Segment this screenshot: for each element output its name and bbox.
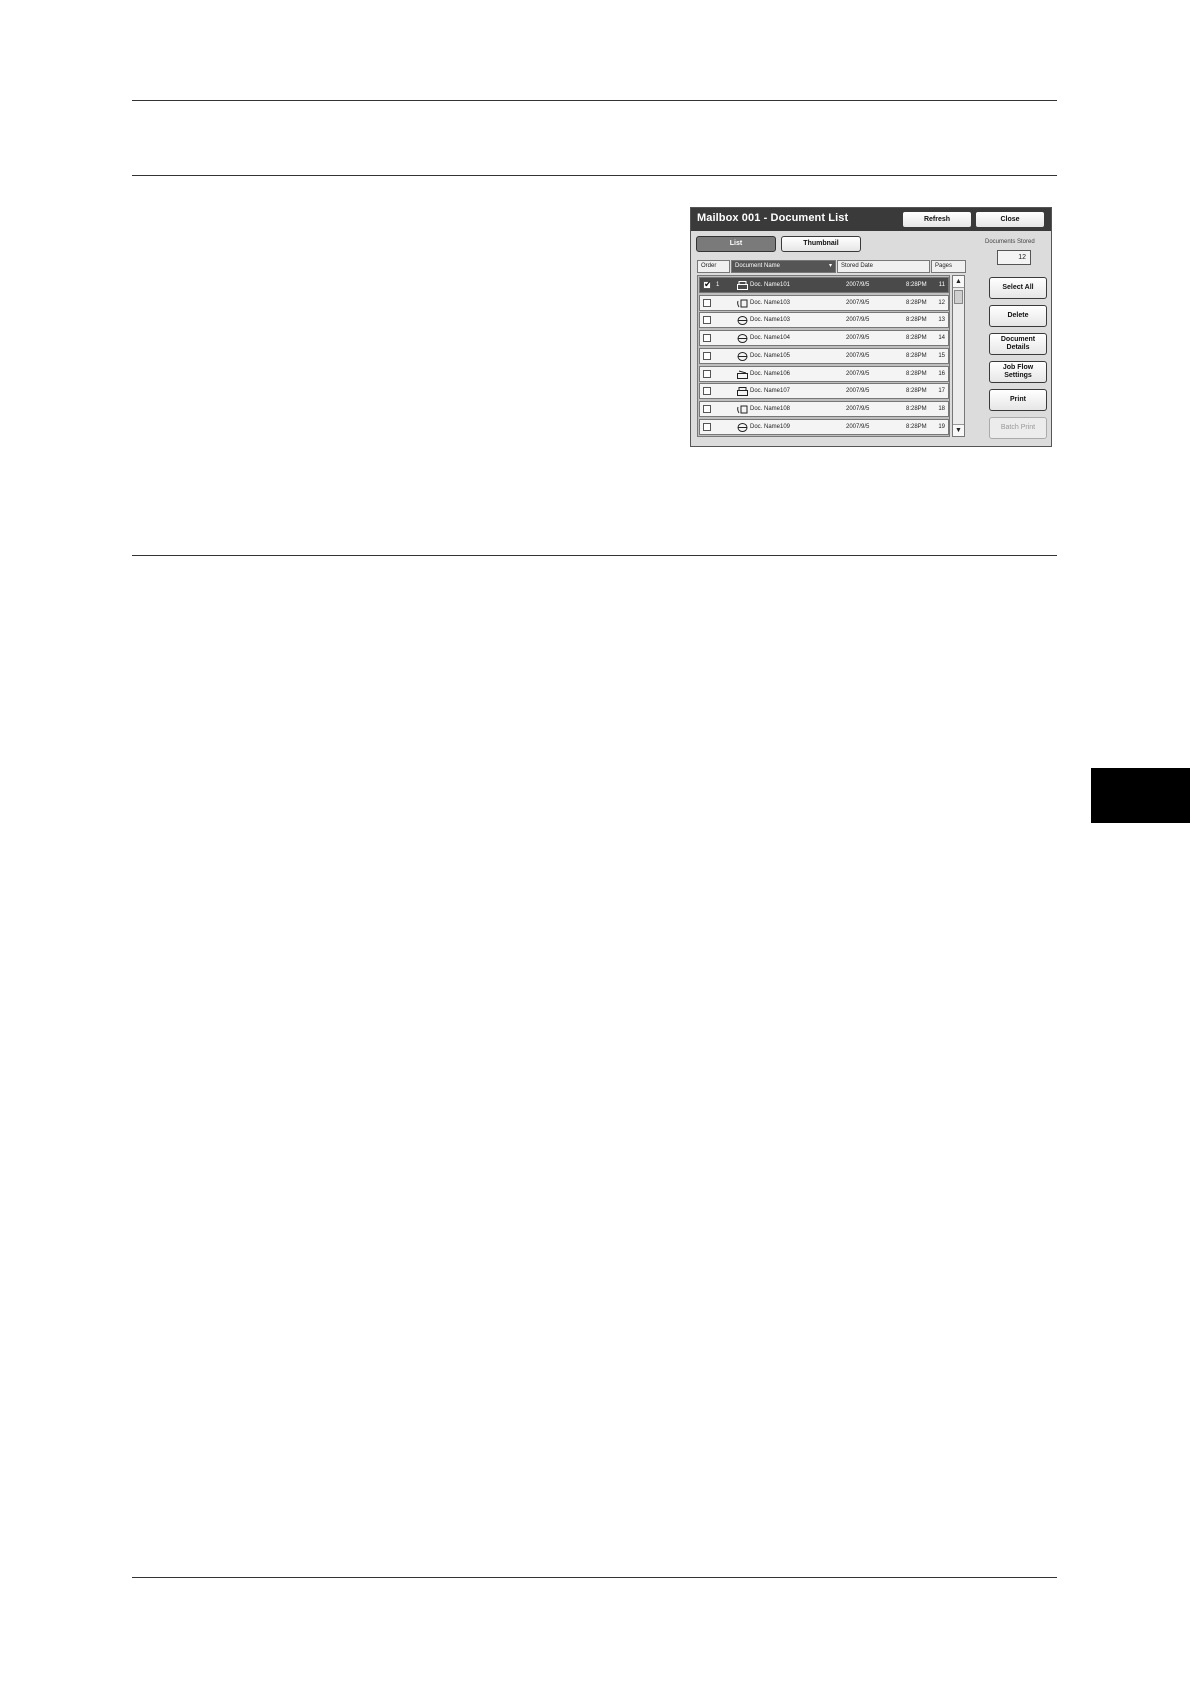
list-item[interactable]: ✔ 1 Doc. Name101 2007/9/5 8:28PM 11 [699, 277, 949, 293]
sort-arrow-icon: ▾ [828, 263, 832, 269]
documents-stored-count: 12 [997, 250, 1031, 265]
row-stored-time: 8:28PM [906, 423, 927, 430]
select-all-button[interactable]: Select All [989, 277, 1047, 299]
row-pages: 16 [938, 370, 945, 377]
scroll-up-icon[interactable]: ▲ [953, 276, 964, 288]
list-item[interactable]: Doc. Name103 2007/9/5 8:28PM 12 [699, 294, 949, 311]
footer-rule [132, 1577, 1057, 1578]
chapter-tab [1091, 768, 1190, 823]
row-checkbox[interactable] [703, 351, 711, 360]
row-checkbox[interactable] [703, 422, 711, 431]
list-item[interactable]: Doc. Name106 2007/9/5 8:28PM 16 [699, 365, 949, 382]
row-stored-date: 2007/9/5 [846, 352, 870, 359]
document-details-button[interactable]: Document Details [989, 333, 1047, 355]
list-item[interactable]: Doc. Name103 2007/9/5 8:28PM 13 [699, 312, 949, 329]
list-item[interactable]: Doc. Name107 2007/9/5 8:28PM 17 [699, 383, 949, 400]
row-checkbox[interactable] [703, 316, 711, 325]
row-pages: 11 [938, 282, 945, 288]
row-stored-time: 8:28PM [906, 388, 927, 395]
row-stored-time: 8:28PM [906, 299, 927, 306]
row-pages: 14 [938, 335, 945, 342]
row-stored-time: 8:28PM [906, 317, 927, 324]
tab-thumbnail[interactable]: Thumbnail [781, 236, 861, 252]
list-item[interactable]: Doc. Name105 2007/9/5 8:28PM 15 [699, 347, 949, 364]
row-checkbox[interactable] [703, 369, 711, 378]
refresh-button[interactable]: Refresh [902, 211, 972, 228]
globe-icon [737, 316, 748, 326]
row-stored-date: 2007/9/5 [846, 388, 870, 395]
scroll-down-icon[interactable]: ▼ [953, 424, 964, 436]
delete-button[interactable]: Delete [989, 305, 1047, 327]
row-stored-time: 8:28PM [906, 405, 927, 412]
row-pages: 19 [938, 423, 945, 430]
row-checkbox[interactable] [703, 404, 711, 413]
print-button[interactable]: Print [989, 389, 1047, 411]
scanner-icon [737, 370, 748, 379]
tab-list[interactable]: List [696, 236, 776, 252]
printer-doc-icon [737, 281, 748, 290]
top-rule [132, 100, 1057, 101]
row-checkbox[interactable]: ✔ [703, 279, 712, 289]
globe-icon [737, 334, 748, 344]
row-pages: 18 [938, 405, 945, 412]
row-stored-date: 2007/9/5 [846, 423, 870, 430]
column-stored-date[interactable]: Stored Date [837, 260, 930, 273]
close-button[interactable]: Close [975, 211, 1045, 228]
list-item[interactable]: Doc. Name104 2007/9/5 8:28PM 14 [699, 330, 949, 347]
column-pages[interactable]: Pages [931, 260, 966, 273]
row-pages: 17 [938, 388, 945, 395]
row-document-name: Doc. Name105 [750, 352, 791, 359]
row-document-name: Doc. Name107 [750, 388, 791, 395]
list-item[interactable]: Doc. Name108 2007/9/5 8:28PM 18 [699, 400, 949, 417]
row-order: 1 [716, 282, 720, 288]
row-document-name: Doc. Name103 [750, 299, 791, 306]
row-stored-date: 2007/9/5 [846, 299, 870, 306]
list-item[interactable]: Doc. Name109 2007/9/5 8:28PM 19 [699, 418, 949, 435]
column-document-name[interactable]: Document Name ▾ [731, 260, 836, 273]
row-document-name: Doc. Name101 [750, 282, 791, 288]
column-order[interactable]: Order [697, 260, 730, 273]
row-document-name: Doc. Name103 [750, 317, 791, 324]
row-stored-date: 2007/9/5 [846, 317, 870, 324]
row-stored-date: 2007/9/5 [846, 370, 870, 377]
screen-title: Mailbox 001 - Document List [697, 212, 849, 224]
row-pages: 13 [938, 317, 945, 324]
row-stored-time: 8:28PM [906, 352, 927, 359]
batch-print-button[interactable]: Batch Print [989, 417, 1047, 439]
row-document-name: Doc. Name108 [750, 405, 791, 412]
row-stored-date: 2007/9/5 [846, 335, 870, 342]
row-document-name: Doc. Name104 [750, 335, 791, 342]
row-stored-time: 8:28PM [906, 370, 927, 377]
row-document-name: Doc. Name106 [750, 370, 791, 377]
row-document-name: Doc. Name109 [750, 423, 791, 430]
document-list-screen: Mailbox 001 - Document List Refresh Clos… [690, 207, 1052, 447]
section-rule [132, 175, 1057, 176]
row-pages: 12 [938, 299, 945, 306]
row-checkbox[interactable] [703, 334, 711, 343]
globe-icon [737, 422, 748, 432]
checkmark-icon: ✔ [704, 279, 712, 289]
row-stored-date: 2007/9/5 [846, 405, 870, 412]
job-flow-settings-button[interactable]: Job Flow Settings [989, 361, 1047, 383]
printer-doc-icon [737, 387, 748, 397]
section-end-rule [132, 555, 1057, 556]
documents-stored-label: Documents Stored [985, 239, 1035, 245]
phone-fax-icon [737, 405, 748, 414]
row-checkbox[interactable] [703, 387, 711, 396]
row-stored-time: 8:28PM [906, 335, 927, 342]
scrollbar[interactable]: ▲ ▼ [952, 275, 965, 437]
row-stored-date: 2007/9/5 [846, 282, 870, 288]
document-list: ✔ 1 Doc. Name101 2007/9/5 8:28PM 11 Doc. Name1… [697, 275, 950, 437]
row-checkbox[interactable] [703, 298, 711, 307]
row-stored-time: 8:28PM [906, 282, 927, 288]
scroll-thumb[interactable] [954, 290, 963, 304]
globe-icon [737, 351, 748, 361]
phone-fax-icon [737, 299, 748, 308]
column-document-name-label: Document Name [735, 263, 781, 269]
row-pages: 15 [938, 352, 945, 359]
